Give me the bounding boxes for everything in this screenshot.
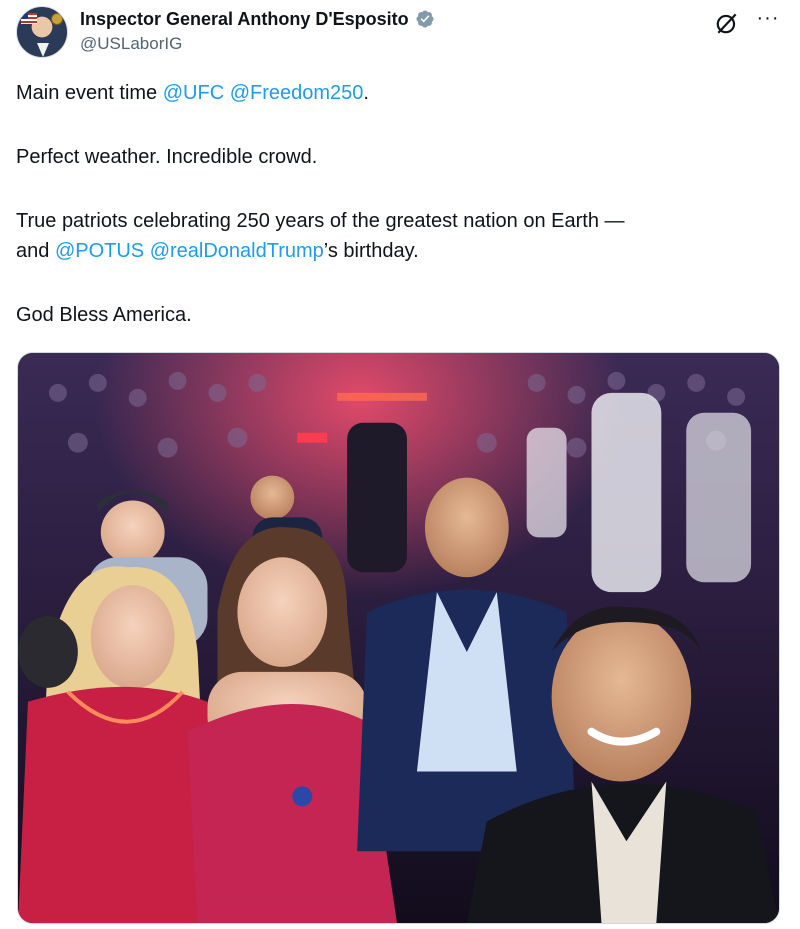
face-cap-man — [100, 500, 165, 565]
post-line-3: True patriots celebrating 250 years of t… — [16, 210, 625, 232]
more-icon[interactable]: ··· — [754, 8, 782, 34]
post-text: Main event time @UFC @Freedom250. Perfec… — [16, 78, 776, 330]
post-line-1: Main event time @UFC @Freedom250. — [16, 78, 776, 108]
text-segment: . — [363, 82, 369, 104]
face-blonde-woman — [90, 585, 175, 689]
mention-freedom250[interactable]: @Freedom250 — [230, 82, 364, 104]
post-header: Inspector General Anthony D'Esposito @US… — [16, 6, 784, 58]
post-photo[interactable] — [17, 352, 780, 924]
text-segment: ’s birthday. — [323, 240, 419, 262]
mention-potus[interactable]: @POTUS — [55, 240, 144, 262]
person-dark-suit — [347, 422, 407, 573]
bracelet — [292, 786, 313, 807]
post-line-4: and @POTUS @realDonaldTrump’s birthday. — [16, 236, 776, 266]
post-line-5: God Bless America. — [16, 304, 192, 326]
seal-icon — [51, 13, 63, 25]
mention-ufc[interactable]: @UFC — [163, 82, 224, 104]
official-white-shirt — [591, 392, 662, 593]
face-background-man — [250, 475, 295, 520]
avatar-shirt — [37, 43, 49, 57]
person-white — [526, 427, 567, 538]
face-bald-man — [424, 477, 509, 578]
text-segment: and — [16, 240, 55, 262]
flag-icon — [21, 13, 37, 24]
avatar[interactable] — [16, 6, 68, 58]
stage-light — [337, 392, 427, 401]
mention-realdonaldtrump[interactable]: @realDonaldTrump — [150, 240, 324, 262]
grok-icon[interactable] — [714, 10, 740, 36]
name-row: Inspector General Anthony D'Esposito — [80, 8, 435, 30]
text-segment: Main event time — [16, 82, 163, 104]
verified-badge-icon[interactable] — [415, 9, 435, 29]
stage-light — [297, 432, 328, 443]
face-brunette-woman — [237, 557, 328, 667]
post-line-2: Perfect weather. Incredible crowd. — [16, 146, 318, 168]
chair — [18, 616, 78, 688]
handle[interactable]: @USLaborIG — [80, 34, 182, 54]
display-name[interactable]: Inspector General Anthony D'Esposito — [80, 8, 409, 30]
face-selfie-man — [551, 612, 692, 782]
official-white-shirt — [686, 412, 752, 583]
arena-selfie-illustration — [18, 353, 779, 923]
